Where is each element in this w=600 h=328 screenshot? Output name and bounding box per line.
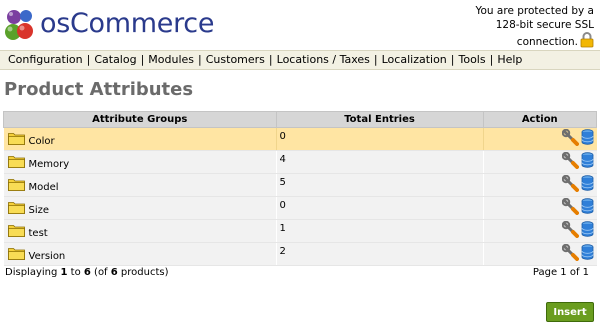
paging-summary: Displaying 1 to 6 (of 6 products) — [5, 267, 169, 278]
attribute-group-cell[interactable]: test — [3, 219, 277, 243]
total-entries-cell: 0 — [276, 196, 484, 220]
menu-separator: | — [268, 53, 273, 66]
ssl-line-3: connection. — [516, 36, 578, 48]
action-cell — [483, 173, 597, 197]
attribute-group-cell[interactable]: Version — [3, 242, 277, 266]
wrench-edit-icon[interactable] — [561, 220, 579, 241]
menu-separator: | — [140, 53, 145, 66]
menu-separator: | — [489, 53, 494, 66]
table-row[interactable]: Memory 4 — [3, 150, 597, 174]
attribute-group-cell[interactable]: Model — [3, 173, 277, 197]
menu-help[interactable]: Help — [496, 53, 523, 66]
folder-icon[interactable] — [7, 223, 25, 240]
logo[interactable]: osCommerce — [4, 6, 214, 44]
menu-catalog[interactable]: Catalog — [93, 53, 137, 66]
attribute-group-cell[interactable]: Color — [3, 127, 277, 151]
ssl-notice: You are protected by a 128-bit secure SS… — [424, 4, 594, 52]
total-entries-value: 1 — [279, 222, 286, 234]
total-entries-value: 4 — [279, 153, 286, 165]
attribute-group-cell[interactable]: Memory — [3, 150, 277, 174]
menu-separator: | — [86, 53, 91, 66]
ssl-line-1: You are protected by a — [475, 5, 594, 17]
column-header-total-entries: Total Entries — [275, 111, 484, 128]
menu-separator: | — [450, 53, 455, 66]
menu-separator: | — [373, 53, 378, 66]
paging-to: 6 — [83, 267, 91, 278]
table-row[interactable]: test 1 — [3, 219, 597, 243]
page-title: Product Attributes — [4, 79, 194, 100]
attribute-group-name[interactable]: Model — [29, 182, 59, 193]
ssl-line-3-wrap: connection. — [424, 32, 594, 52]
action-cell — [483, 150, 597, 174]
paging-prefix: Displaying — [5, 267, 61, 278]
total-entries-cell: 5 — [276, 173, 484, 197]
menu-customers[interactable]: Customers — [205, 53, 266, 66]
lock-icon — [580, 32, 594, 52]
action-cell — [483, 127, 597, 151]
attribute-groups-table: Attribute Groups Total Entries Action Co… — [3, 111, 597, 266]
folder-icon[interactable] — [7, 154, 25, 171]
folder-icon[interactable] — [7, 246, 25, 263]
menu-configuration[interactable]: Configuration — [7, 53, 84, 66]
header: osCommerce You are protected by a 128-bi… — [0, 0, 600, 50]
paging-to-word: to — [67, 267, 84, 278]
total-entries-cell: 0 — [276, 127, 484, 151]
action-cell — [483, 196, 597, 220]
attribute-group-name[interactable]: Size — [29, 205, 50, 216]
paging-of-prefix: (of — [90, 267, 111, 278]
column-header-attribute-groups: Attribute Groups — [3, 111, 277, 128]
folder-icon[interactable] — [7, 131, 25, 148]
table-header-row: Attribute Groups Total Entries Action — [3, 111, 597, 128]
logo-text: osCommerce — [40, 8, 215, 39]
oscommerce-logo-icon — [5, 10, 33, 40]
action-cell — [483, 242, 597, 266]
attribute-group-name[interactable]: test — [29, 228, 48, 239]
paging-total: 6 — [110, 267, 118, 278]
menu-tools[interactable]: Tools — [458, 53, 487, 66]
wrench-edit-icon[interactable] — [561, 174, 579, 195]
folder-icon[interactable] — [7, 177, 25, 194]
total-entries-cell: 4 — [276, 150, 484, 174]
total-entries-value: 5 — [279, 176, 286, 188]
wrench-edit-icon[interactable] — [561, 197, 579, 218]
insert-button[interactable]: Insert — [546, 302, 594, 322]
attribute-group-cell[interactable]: Size — [3, 196, 277, 220]
wrench-edit-icon[interactable] — [561, 128, 579, 149]
menu-separator: | — [198, 53, 202, 66]
total-entries-cell: 2 — [276, 242, 484, 266]
page-indicator: Page 1 of 1 — [532, 267, 589, 278]
folder-icon[interactable] — [7, 200, 25, 217]
database-delete-icon[interactable] — [581, 175, 594, 195]
database-delete-icon[interactable] — [581, 152, 594, 172]
menu-locations-taxes[interactable]: Locations / Taxes — [276, 53, 371, 66]
menu-localization[interactable]: Localization — [381, 53, 448, 66]
ssl-line-2: 128-bit secure SSL — [495, 19, 594, 31]
database-delete-icon[interactable] — [581, 129, 594, 149]
table-row[interactable]: Version 2 — [3, 242, 597, 266]
total-entries-cell: 1 — [276, 219, 484, 243]
wrench-edit-icon[interactable] — [561, 151, 579, 172]
table-row[interactable]: Model 5 — [3, 173, 597, 197]
database-delete-icon[interactable] — [581, 244, 594, 264]
main-menu: Configuration | Catalog | Modules | Customers |… — [0, 50, 600, 70]
table-row[interactable]: Size 0 — [3, 196, 597, 220]
attribute-group-name[interactable]: Version — [29, 251, 66, 262]
database-delete-icon[interactable] — [581, 221, 594, 241]
wrench-edit-icon[interactable] — [561, 243, 579, 264]
total-entries-value: 0 — [279, 199, 286, 211]
table-row[interactable]: Color 0 — [3, 127, 597, 151]
action-cell — [483, 219, 597, 243]
database-delete-icon[interactable] — [581, 198, 594, 218]
total-entries-value: 2 — [279, 245, 286, 257]
attribute-group-name[interactable]: Color — [29, 136, 55, 147]
paging-of-suffix: products) — [117, 267, 169, 278]
column-header-action: Action — [482, 111, 597, 128]
menu-modules[interactable]: Modules — [147, 53, 195, 66]
attribute-group-name[interactable]: Memory — [29, 159, 70, 170]
total-entries-value: 0 — [279, 130, 286, 142]
